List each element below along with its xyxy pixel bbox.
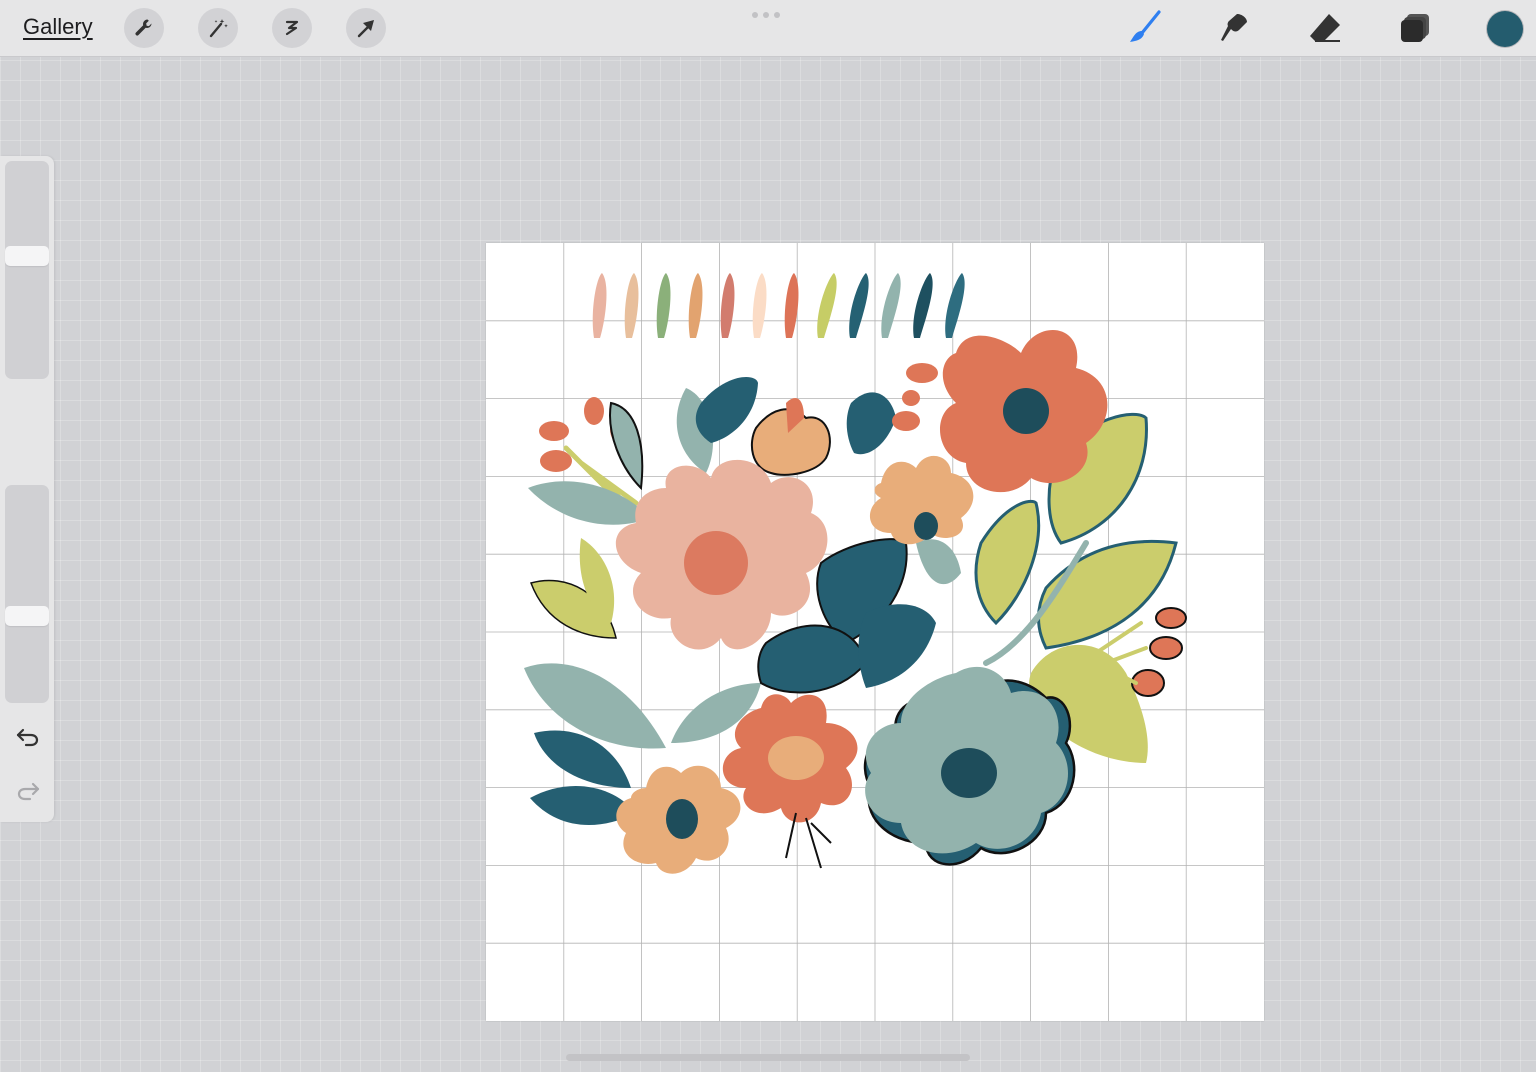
sand-tulip <box>750 398 831 476</box>
brush-icon <box>1130 10 1161 42</box>
transform-button[interactable] <box>346 8 386 48</box>
swatch-stroke <box>624 273 639 338</box>
selection-icon <box>285 20 299 36</box>
floral-artwork <box>486 243 1264 1021</box>
opacity-thumb[interactable] <box>5 605 49 626</box>
wrench-icon <box>135 19 152 36</box>
smudge-icon <box>1221 14 1247 41</box>
transform-arrow-icon <box>357 20 374 38</box>
swatch-stroke <box>784 273 799 338</box>
olive-leaf-right2 <box>974 499 1041 626</box>
sage-leaf-left <box>528 481 651 525</box>
toolbar-grabber[interactable] <box>752 12 780 18</box>
actions-button[interactable] <box>124 8 164 48</box>
left-sidebar <box>0 156 54 822</box>
opacity-slider[interactable] <box>5 485 49 703</box>
sage-flower-bottom-right <box>863 666 1076 866</box>
selection-button[interactable] <box>272 8 312 48</box>
gallery-button[interactable]: Gallery <box>23 14 93 40</box>
swatch-stroke <box>945 273 965 338</box>
eraser-tool-button[interactable] <box>1305 8 1345 48</box>
coral-flower-top-right <box>939 330 1108 493</box>
swatch-stroke <box>881 273 901 338</box>
swatch-stroke <box>592 273 607 338</box>
layers-icon <box>1401 14 1429 42</box>
swatch-stroke <box>656 273 671 338</box>
smudge-tool-button[interactable] <box>1215 8 1255 48</box>
swatch-stroke <box>913 273 933 338</box>
magic-wand-icon <box>209 19 228 38</box>
swatch-stroke <box>817 273 837 338</box>
teal-leaf-top-center <box>846 392 896 455</box>
brush-size-thumb[interactable] <box>5 246 49 267</box>
redo-icon[interactable] <box>15 777 41 803</box>
undo-icon[interactable] <box>15 723 41 749</box>
sage-stem-center <box>916 539 961 585</box>
eraser-icon <box>1310 14 1340 42</box>
sand-flower-center <box>869 455 974 545</box>
adjustments-button[interactable] <box>198 8 238 48</box>
drawing-canvas[interactable] <box>486 243 1264 1021</box>
peach-flower-large <box>615 459 828 650</box>
swatch-stroke <box>752 273 767 338</box>
brush-tool-button[interactable] <box>1125 8 1165 48</box>
swatch-stroke <box>849 273 869 338</box>
swatch-stroke <box>688 273 703 338</box>
brush-size-slider[interactable] <box>5 161 49 379</box>
teal-leaf-top <box>695 377 758 443</box>
layers-button[interactable] <box>1395 8 1435 48</box>
color-swatch-strokes <box>592 273 965 338</box>
color-picker-button[interactable] <box>1487 11 1523 47</box>
swatch-stroke <box>720 273 735 338</box>
top-toolbar: Gallery <box>0 0 1536 57</box>
home-indicator <box>566 1054 970 1061</box>
teal-leaf-center3 <box>858 604 936 688</box>
sand-flower-bottom <box>616 765 741 874</box>
